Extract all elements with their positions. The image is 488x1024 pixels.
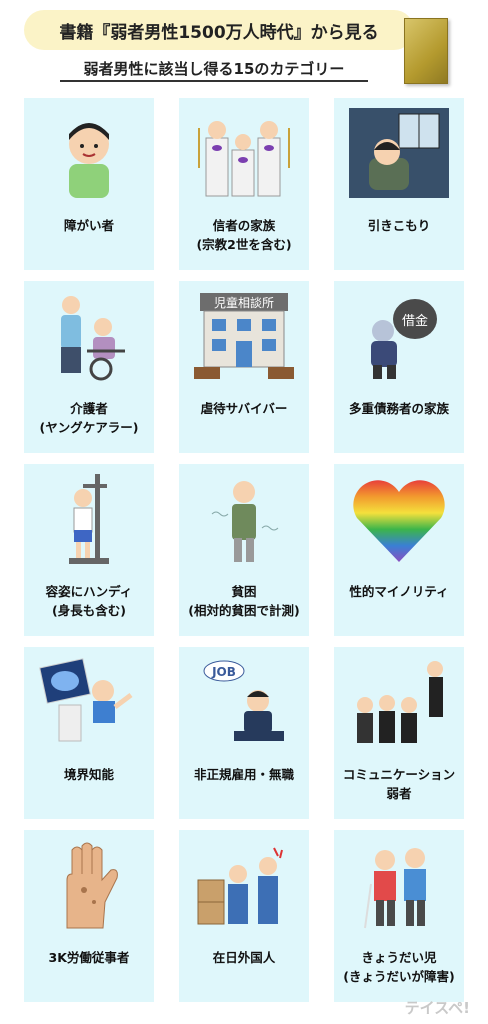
workers-boxes-icon — [197, 847, 283, 925]
category-card: 引きこもり — [334, 98, 464, 270]
category-label: 容姿にハンディ (身長も含む) — [45, 584, 133, 618]
poor-man-icon — [211, 481, 279, 562]
category-label: 非正規雇用・無職 — [193, 767, 294, 782]
watermark-logo: テイスペ! — [404, 999, 470, 1017]
debt-burden-icon: 借金 — [371, 299, 437, 379]
category-card: 在日外国人 — [179, 830, 309, 1002]
category-card: 信者の家族 (宗教2世を含む) — [179, 98, 309, 270]
category-card: 障がい者 — [24, 98, 154, 270]
category-label: きょうだい児 (きょうだいが障害) — [343, 950, 455, 984]
sign-text: 児童相談所 — [214, 295, 274, 310]
cult-family-icon — [198, 121, 290, 197]
debt-text: 借金 — [402, 313, 428, 329]
job-lost-icon: JOB — [203, 660, 284, 741]
category-card: きょうだい児 (きょうだいが障害) — [334, 830, 464, 1002]
category-label: コミュニケーション 弱者 — [342, 767, 456, 801]
brain-scan-icon — [39, 658, 133, 742]
shut-in-icon — [349, 108, 449, 198]
group-students-icon — [357, 661, 443, 743]
category-label: 多重債務者の家族 — [348, 401, 449, 416]
category-card: 3K労働従事者 — [24, 830, 154, 1002]
category-card: JOB 非正規雇用・無職 — [179, 647, 309, 819]
category-label: 貧困 (相対的貧困で計測) — [188, 584, 300, 618]
category-grid: 障がい者 信者の家族 (宗教2世を含む) 引きこもり 介護者 (ヤングケアラー)… — [0, 0, 488, 1024]
category-label: 3K労働従事者 — [48, 950, 130, 965]
category-card: 貧困 (相対的貧困で計測) — [179, 464, 309, 636]
job-text: JOB — [211, 665, 236, 679]
category-label: 在日外国人 — [212, 950, 276, 965]
category-label: 信者の家族 (宗教2世を含む) — [196, 218, 292, 252]
category-card: コミュニケーション 弱者 — [334, 647, 464, 819]
rough-hand-icon — [66, 842, 118, 929]
category-label: 引きこもり — [367, 218, 431, 233]
category-card: 容姿にハンディ (身長も含む) — [24, 464, 154, 636]
person-smiling-icon — [69, 123, 109, 198]
rainbow-heart-icon — [353, 480, 445, 562]
category-label: 虐待サバイバー — [200, 401, 288, 416]
category-label: 性的マイノリティ — [349, 584, 449, 599]
category-card: 介護者 (ヤングケアラー) — [24, 281, 154, 453]
category-card: 借金 多重債務者の家族 — [334, 281, 464, 453]
caregiver-wheelchair-icon — [61, 296, 125, 381]
siblings-icon — [364, 848, 426, 929]
child-consultation-center-icon: 児童相談所 — [194, 293, 294, 379]
category-card: 境界知能 — [24, 647, 154, 819]
category-label: 障がい者 — [63, 218, 114, 233]
height-measure-icon — [69, 474, 109, 564]
category-card: 性的マイノリティ — [334, 464, 464, 636]
category-label: 介護者 (ヤングケアラー) — [39, 401, 139, 435]
category-card: 児童相談所 虐待サバイバー — [179, 281, 309, 453]
category-label: 境界知能 — [63, 767, 114, 782]
